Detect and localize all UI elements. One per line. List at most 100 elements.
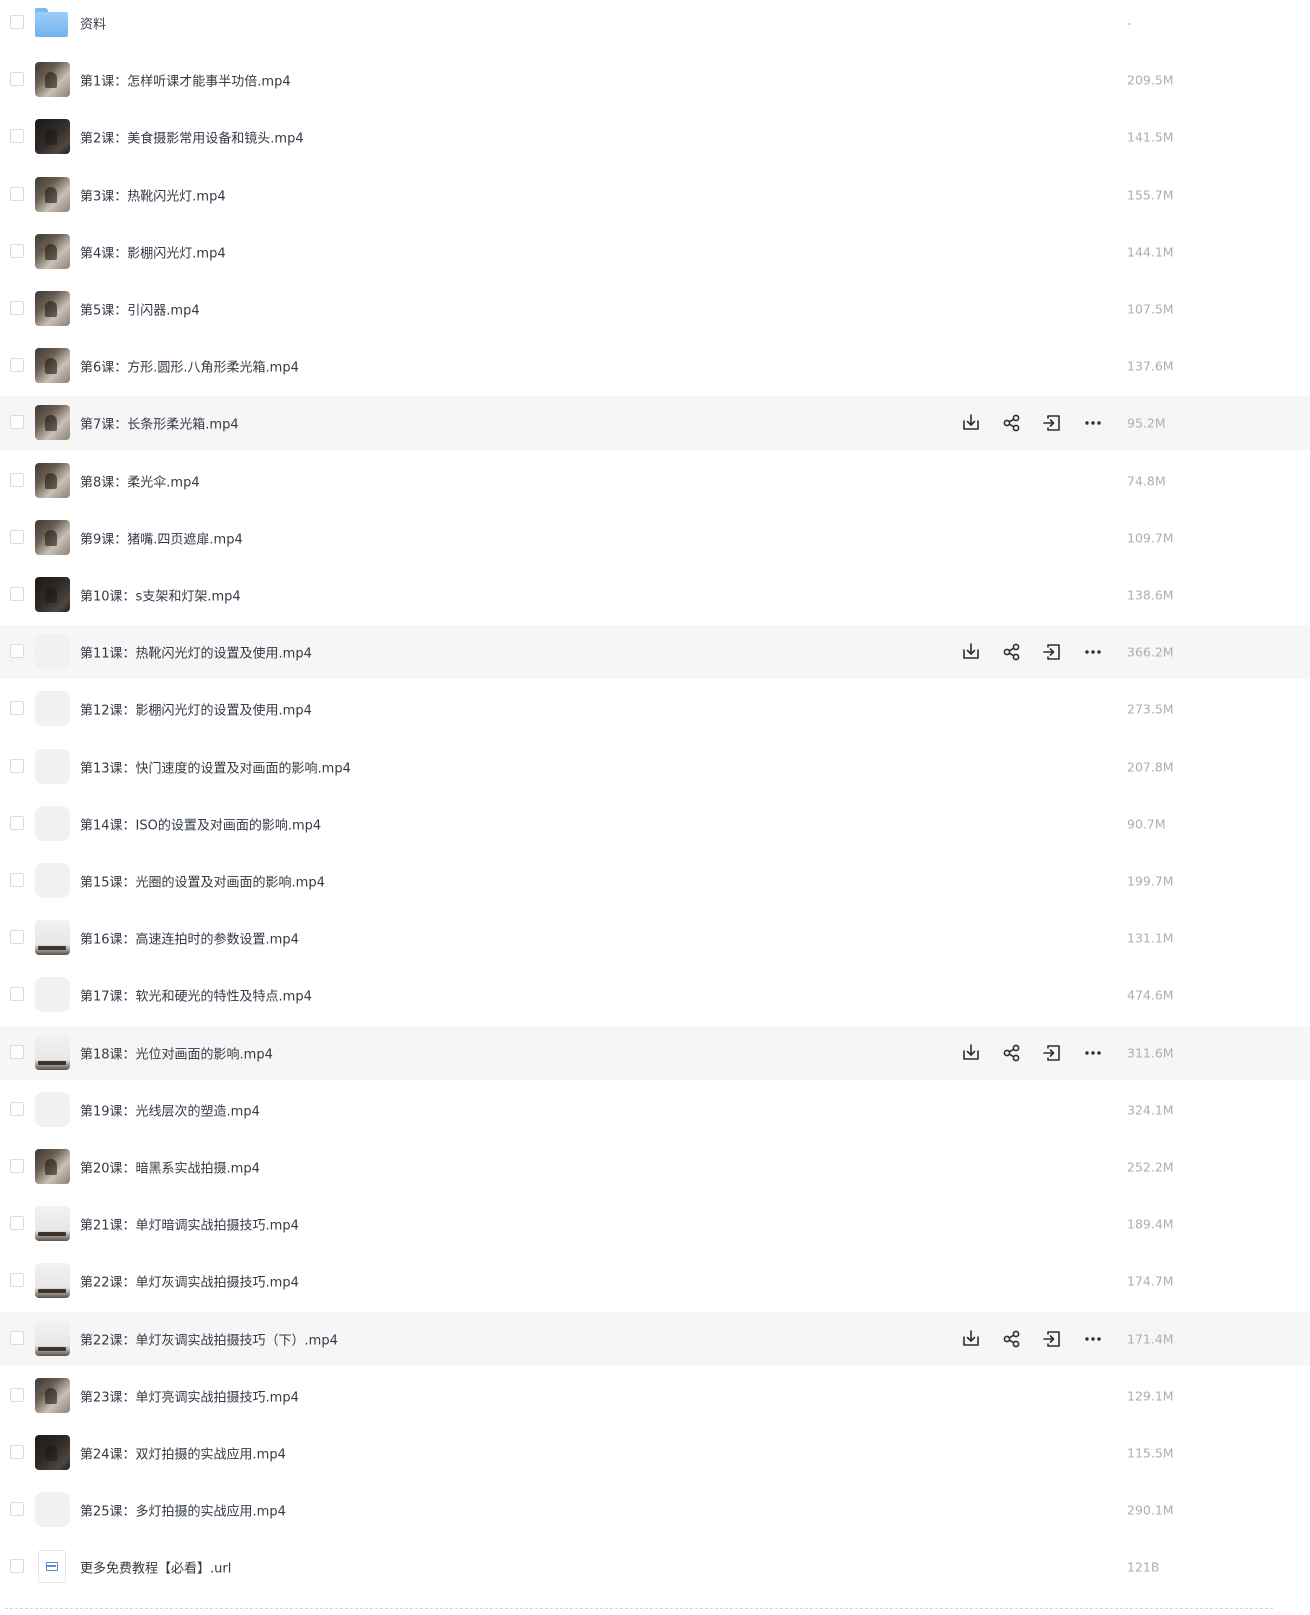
file-row[interactable]: 第21课：单灯暗调实战拍摄技巧.mp4 189.4M (0, 1197, 1310, 1251)
file-name[interactable]: 第6课：方形.圆形.八角形柔光箱.mp4 (80, 357, 299, 376)
row-checkbox[interactable] (10, 1387, 24, 1402)
file-row[interactable]: 第3课：热靴闪光灯.mp4 155.7M (0, 168, 1310, 222)
file-name[interactable]: 第13课：快门速度的设置及对画面的影响.mp4 (80, 757, 351, 776)
row-checkbox[interactable] (10, 1216, 24, 1231)
folder-row[interactable]: 资料 - (0, 0, 1310, 50)
row-checkbox[interactable] (10, 587, 24, 601)
file-row[interactable]: 第5课：引闪器.mp4 107.5M (0, 282, 1310, 336)
file-name[interactable]: 第24课：双灯拍摄的实战应用.mp4 (80, 1444, 286, 1463)
file-row[interactable]: 第13课：快门速度的设置及对画面的影响.mp4 207.8M (0, 740, 1310, 794)
row-checkbox[interactable] (10, 415, 24, 430)
download-icon[interactable] (960, 641, 982, 663)
file-row[interactable]: 第4课：影棚闪光灯.mp4 144.1M (0, 225, 1310, 279)
row-checkbox[interactable] (10, 1044, 24, 1059)
file-name[interactable]: 第23课：单灯亮调实战拍摄技巧.mp4 (80, 1386, 299, 1405)
file-name[interactable]: 第7课：长条形柔光箱.mp4 (80, 414, 239, 433)
file-row[interactable]: 第15课：光圈的设置及对画面的影响.mp4 199.7M (0, 854, 1310, 908)
move-icon[interactable] (1041, 1328, 1063, 1350)
file-row[interactable]: 更多免费教程【必看】.url 121B (0, 1540, 1310, 1594)
file-row[interactable]: 第14课：ISO的设置及对画面的影响.mp4 90.7M (0, 797, 1310, 851)
move-icon[interactable] (1041, 1042, 1063, 1064)
file-name[interactable]: 第14课：ISO的设置及对画面的影响.mp4 (80, 814, 321, 833)
file-row[interactable]: 第19课：光线层次的塑造.mp4 324.1M (0, 1083, 1310, 1137)
file-name[interactable]: 第17课：软光和硬光的特性及特点.mp4 (80, 986, 312, 1005)
file-name[interactable]: 第16课：高速连拍时的参数设置.mp4 (80, 929, 299, 948)
file-name[interactable]: 第9课：猪嘴.四页遮扉.mp4 (80, 528, 243, 547)
file-row[interactable]: 第1课：怎样听课才能事半功倍.mp4 209.5M (0, 53, 1310, 107)
row-checkbox[interactable] (10, 1159, 24, 1173)
move-icon[interactable] (1041, 641, 1063, 663)
row-checkbox[interactable] (10, 1445, 24, 1459)
file-name[interactable]: 第20课：暗黑系实战拍摄.mp4 (80, 1158, 260, 1177)
row-checkbox[interactable] (10, 644, 24, 659)
file-name[interactable]: 第15课：光圈的设置及对画面的影响.mp4 (80, 872, 325, 891)
row-checkbox[interactable] (10, 301, 24, 315)
row-checkbox[interactable] (10, 529, 24, 544)
download-icon[interactable] (960, 1042, 982, 1064)
file-name[interactable]: 第25课：多灯拍摄的实战应用.mp4 (80, 1501, 286, 1520)
row-checkbox[interactable] (10, 1273, 24, 1288)
file-name[interactable]: 第19课：光线层次的塑造.mp4 (80, 1100, 260, 1119)
file-name[interactable]: 资料 (80, 14, 106, 33)
row-checkbox[interactable] (10, 243, 24, 258)
file-row[interactable]: 第24课：双灯拍摄的实战应用.mp4 115.5M (0, 1426, 1310, 1480)
file-row[interactable]: 第16课：高速连拍时的参数设置.mp4 131.1M (0, 911, 1310, 965)
file-name[interactable]: 第2课：美食摄影常用设备和镜头.mp4 (80, 128, 304, 147)
file-row[interactable]: 第10课：s支架和灯架.mp4 138.6M (0, 568, 1310, 622)
file-row[interactable]: 第25课：多灯拍摄的实战应用.mp4 290.1M (0, 1483, 1310, 1537)
row-checkbox[interactable] (10, 72, 24, 87)
row-checkbox[interactable] (10, 1559, 24, 1574)
row-checkbox[interactable] (10, 930, 24, 945)
share-icon[interactable] (1001, 412, 1023, 434)
row-checkbox[interactable] (10, 129, 24, 144)
share-icon[interactable] (1001, 1328, 1023, 1350)
file-row[interactable]: 第9课：猪嘴.四页遮扉.mp4 109.7M (0, 511, 1310, 565)
download-icon[interactable] (960, 412, 982, 434)
download-icon[interactable] (960, 1328, 982, 1350)
file-name[interactable]: 第12课：影棚闪光灯的设置及使用.mp4 (80, 700, 312, 719)
file-name[interactable]: 第18课：光位对画面的影响.mp4 (80, 1043, 273, 1062)
file-row[interactable]: 第12课：影棚闪光灯的设置及使用.mp4 273.5M (0, 682, 1310, 736)
row-checkbox[interactable] (10, 815, 24, 830)
row-checkbox[interactable] (10, 1502, 24, 1517)
file-row[interactable]: 第22课：单灯灰调实战拍摄技巧.mp4 174.7M (0, 1254, 1310, 1308)
row-checkbox[interactable] (10, 758, 24, 773)
more-icon[interactable] (1082, 1328, 1104, 1350)
row-checkbox[interactable] (10, 987, 24, 1002)
share-icon[interactable] (1001, 641, 1023, 663)
more-icon[interactable] (1082, 412, 1104, 434)
row-checkbox[interactable] (10, 1330, 24, 1345)
more-icon[interactable] (1082, 641, 1104, 663)
file-row[interactable]: 第2课：美食摄影常用设备和镜头.mp4 141.5M (0, 110, 1310, 164)
file-row[interactable]: 第22课：单灯灰调实战拍摄技巧（下）.mp4 171.4M (0, 1311, 1310, 1366)
file-row[interactable]: 第20课：暗黑系实战拍摄.mp4 252.2M (0, 1140, 1310, 1194)
file-row[interactable]: 第8课：柔光伞.mp4 74.8M (0, 454, 1310, 508)
row-checkbox[interactable] (10, 873, 24, 887)
file-name[interactable]: 第11课：热靴闪光灯的设置及使用.mp4 (80, 643, 312, 662)
file-name[interactable]: 第22课：单灯灰调实战拍摄技巧（下）.mp4 (80, 1329, 338, 1348)
file-name[interactable]: 第1课：怎样听课才能事半功倍.mp4 (80, 71, 291, 90)
file-name[interactable]: 第3课：热靴闪光灯.mp4 (80, 185, 226, 204)
file-name[interactable]: 第21课：单灯暗调实战拍摄技巧.mp4 (80, 1215, 299, 1234)
row-checkbox[interactable] (10, 15, 24, 29)
file-row[interactable]: 第11课：热靴闪光灯的设置及使用.mp4 366.2M (0, 625, 1310, 680)
share-icon[interactable] (1001, 1042, 1023, 1064)
more-icon[interactable] (1082, 1042, 1104, 1064)
row-checkbox[interactable] (10, 358, 24, 373)
file-name[interactable]: 第4课：影棚闪光灯.mp4 (80, 242, 226, 261)
file-row[interactable]: 第23课：单灯亮调实战拍摄技巧.mp4 129.1M (0, 1369, 1310, 1423)
move-icon[interactable] (1041, 412, 1063, 434)
file-name[interactable]: 第5课：引闪器.mp4 (80, 300, 200, 319)
file-name[interactable]: 第8课：柔光伞.mp4 (80, 471, 200, 490)
file-name[interactable]: 第22课：单灯灰调实战拍摄技巧.mp4 (80, 1272, 299, 1291)
file-row[interactable]: 第6课：方形.圆形.八角形柔光箱.mp4 137.6M (0, 339, 1310, 393)
row-checkbox[interactable] (10, 1101, 24, 1116)
row-checkbox[interactable] (10, 472, 24, 487)
file-name[interactable]: 更多免费教程【必看】.url (80, 1558, 231, 1577)
file-row[interactable]: 第17课：软光和硬光的特性及特点.mp4 474.6M (0, 968, 1310, 1022)
row-checkbox[interactable] (10, 186, 24, 201)
row-checkbox[interactable] (10, 701, 24, 716)
file-name[interactable]: 第10课：s支架和灯架.mp4 (80, 586, 241, 605)
file-row[interactable]: 第18课：光位对画面的影响.mp4 311.6M (0, 1025, 1310, 1080)
file-row[interactable]: 第7课：长条形柔光箱.mp4 95.2M (0, 396, 1310, 451)
